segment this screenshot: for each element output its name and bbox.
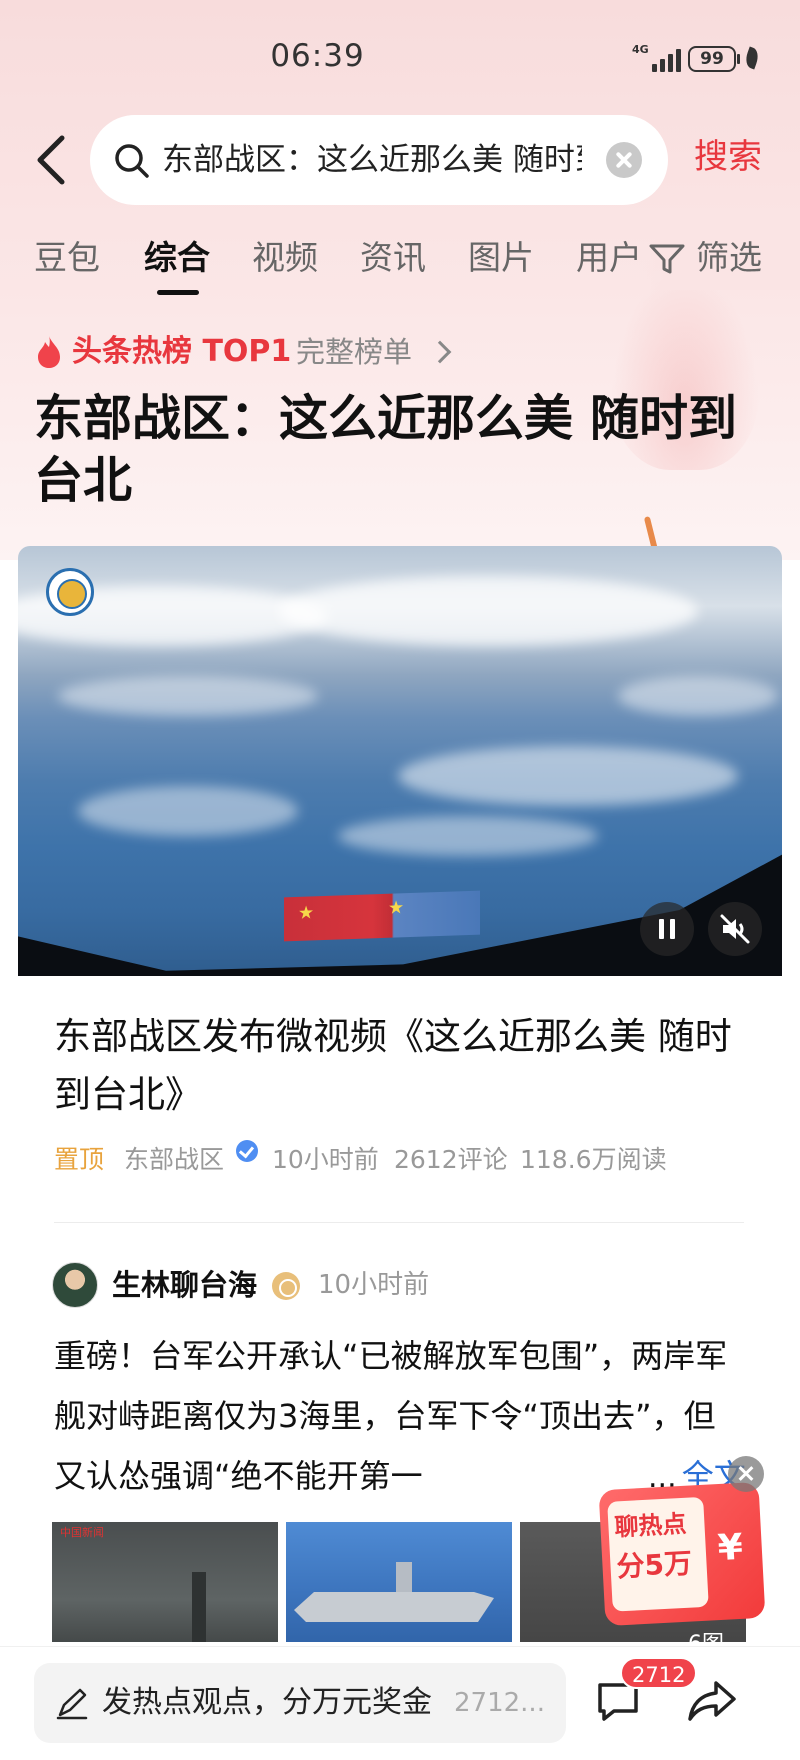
clear-search-icon[interactable] — [606, 142, 642, 178]
article-title[interactable]: 东部战区发布微视频《这么近那么美 随时到台北》 — [54, 1008, 754, 1124]
post-image-1[interactable]: 中国新闻 — [52, 1522, 278, 1642]
tab-comprehensive[interactable]: 综合 — [144, 228, 210, 288]
search-input[interactable]: 东部战区：这么近那么美 随时到台北 — [162, 137, 582, 183]
back-arrow-icon — [37, 135, 65, 185]
post-time: 10小时前 — [318, 1270, 430, 1300]
battery-icon: 99 — [688, 46, 736, 72]
pinned-tag: 置顶 — [54, 1145, 105, 1174]
status-icons: 4G 99 — [632, 40, 762, 76]
divider — [54, 1222, 744, 1223]
post-author[interactable]: 生林聊台海 — [112, 1262, 257, 1308]
pen-icon — [56, 1688, 88, 1720]
hot-rank-label: 头条热榜 TOP1 — [72, 334, 292, 369]
article-source[interactable]: 东部战区 — [124, 1140, 224, 1180]
verified-icon — [236, 1140, 258, 1162]
thumb-logo: 中国新闻 — [60, 1526, 104, 1539]
share-icon[interactable] — [686, 1677, 738, 1725]
bottom-bar: 发热点观点，分万元奖金 2712... 2712 — [0, 1646, 800, 1760]
filter-label: 筛选 — [696, 238, 762, 277]
flag-image: ★ ★ — [284, 890, 480, 942]
search-box[interactable]: 东部战区：这么近那么美 随时到台北 — [90, 115, 668, 205]
article-time: 10小时前 — [272, 1145, 379, 1174]
status-time: 06:39 — [270, 38, 365, 74]
avatar[interactable] — [52, 1262, 98, 1308]
page-title: 东部战区：这么近那么美 随时到台北 — [34, 390, 738, 509]
battery-tip — [737, 54, 740, 64]
search-icon — [115, 144, 149, 178]
pause-button[interactable] — [640, 902, 694, 956]
author-badge-icon — [272, 1272, 300, 1300]
filter-icon — [649, 244, 685, 274]
full-list-link[interactable]: 完整榜单 — [296, 330, 412, 374]
filter-button[interactable]: 筛选 — [642, 228, 800, 290]
close-icon[interactable] — [728, 1456, 764, 1492]
comment-placeholder: 发热点观点，分万元奖金 — [102, 1685, 432, 1720]
status-bar: 06:39 4G 99 — [0, 0, 800, 110]
yen-icon: ¥ — [716, 1526, 744, 1570]
post-image-2[interactable] — [286, 1522, 512, 1642]
tab-video[interactable]: 视频 — [252, 228, 318, 288]
video-player[interactable]: ★ ★ — [18, 546, 782, 976]
tab-doubao[interactable]: 豆包 — [34, 228, 100, 288]
eastern-theater-emblem — [46, 568, 94, 616]
power-saving-icon — [742, 46, 762, 70]
article-reads: 118.6万阅读 — [520, 1145, 667, 1174]
tab-users[interactable]: 用户 — [576, 228, 642, 288]
active-tab-indicator — [157, 290, 199, 295]
mute-button[interactable] — [708, 902, 762, 956]
network-type: 4G — [632, 43, 649, 56]
back-button[interactable] — [30, 130, 74, 190]
tab-news[interactable]: 资讯 — [360, 228, 426, 288]
article-comments: 2612评论 — [394, 1145, 508, 1174]
fire-icon — [38, 336, 60, 368]
comment-count-text: 2712... — [454, 1688, 545, 1718]
promo-line1: 聊热点 — [613, 1509, 688, 1542]
promo-banner[interactable]: 聊热点 分5万 ¥ — [598, 1481, 766, 1627]
promo-line2: 分5万 — [615, 1546, 693, 1584]
tab-images[interactable]: 图片 — [468, 228, 534, 288]
search-button[interactable]: 搜索 — [694, 132, 762, 182]
mute-icon — [720, 914, 750, 944]
comment-input[interactable]: 发热点观点，分万元奖金 2712... — [34, 1663, 566, 1743]
